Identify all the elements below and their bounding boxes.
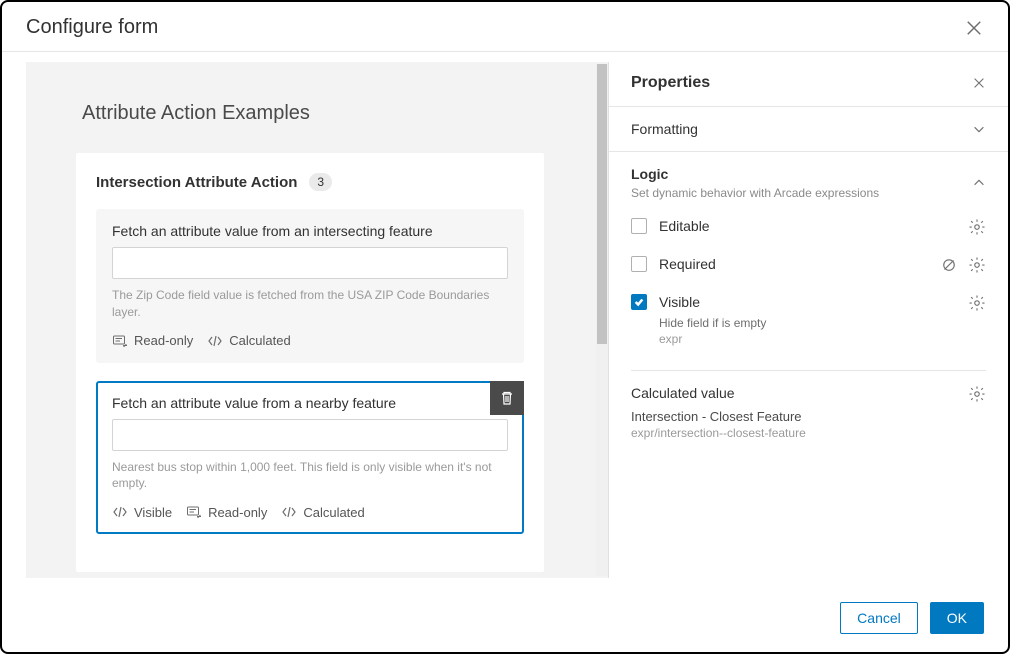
readonly-badge: Read-only bbox=[112, 333, 193, 349]
visible-label: Visible bbox=[659, 294, 766, 310]
editable-checkbox[interactable] bbox=[631, 218, 647, 234]
field-label: Fetch an attribute value from a nearby f… bbox=[112, 395, 508, 411]
calculated-badge: Calculated bbox=[207, 333, 290, 349]
close-icon bbox=[972, 76, 986, 90]
field-input[interactable] bbox=[112, 247, 508, 279]
delete-field-button[interactable] bbox=[490, 381, 524, 415]
required-checkbox[interactable] bbox=[631, 256, 647, 272]
code-icon bbox=[281, 504, 297, 520]
form-canvas[interactable]: Attribute Action Examples Intersection A… bbox=[26, 62, 594, 578]
null-icon[interactable] bbox=[940, 256, 958, 274]
badge-label: Read-only bbox=[134, 333, 193, 348]
logic-label: Logic bbox=[631, 166, 879, 182]
gear-icon[interactable] bbox=[968, 218, 986, 236]
logic-body: Editable Required bbox=[609, 202, 1008, 360]
gear-icon[interactable] bbox=[968, 294, 986, 312]
field-badges: Visible Read-only Calculated bbox=[112, 504, 508, 520]
visible-expression-id: expr bbox=[659, 332, 766, 346]
field-help: Nearest bus stop within 1,000 feet. This… bbox=[112, 459, 508, 493]
calculated-expression-name: Intersection - Closest Feature bbox=[631, 409, 806, 424]
required-label: Required bbox=[659, 256, 716, 272]
chevron-up-icon bbox=[972, 176, 986, 190]
formatting-label: Formatting bbox=[631, 121, 698, 137]
check-icon bbox=[634, 297, 644, 307]
section-header: Intersection Attribute Action 3 bbox=[96, 173, 524, 191]
properties-header: Properties bbox=[609, 62, 1008, 107]
gear-icon[interactable] bbox=[968, 256, 986, 274]
canvas-scrollbar[interactable] bbox=[596, 64, 608, 576]
form-field-selected[interactable]: Fetch an attribute value from a nearby f… bbox=[96, 381, 524, 535]
code-icon bbox=[207, 333, 223, 349]
trash-icon bbox=[499, 390, 515, 406]
configure-form-dialog: Configure form Attribute Action Examples… bbox=[0, 0, 1010, 654]
visible-expression-name: Hide field if is empty bbox=[659, 316, 766, 330]
calculated-expression-id: expr/intersection--closest-feature bbox=[631, 426, 806, 440]
visible-badge: Visible bbox=[112, 504, 172, 520]
close-button[interactable] bbox=[964, 18, 984, 38]
form-canvas-wrap: Attribute Action Examples Intersection A… bbox=[26, 62, 608, 578]
field-help: The Zip Code field value is fetched from… bbox=[112, 287, 508, 321]
section-title: Intersection Attribute Action bbox=[96, 174, 297, 191]
logic-subtitle: Set dynamic behavior with Arcade express… bbox=[631, 186, 879, 200]
visible-checkbox[interactable] bbox=[631, 294, 647, 310]
close-icon bbox=[964, 18, 984, 38]
field-input[interactable] bbox=[112, 419, 508, 451]
ok-button[interactable]: OK bbox=[930, 602, 984, 634]
form-canvas-area: Attribute Action Examples Intersection A… bbox=[2, 52, 608, 588]
badge-label: Calculated bbox=[229, 333, 290, 348]
readonly-badge: Read-only bbox=[186, 504, 267, 520]
badge-label: Visible bbox=[134, 505, 172, 520]
properties-close-button[interactable] bbox=[972, 76, 986, 90]
dialog-header: Configure form bbox=[2, 2, 1008, 52]
logic-section-header[interactable]: Logic Set dynamic behavior with Arcade e… bbox=[609, 152, 1008, 202]
dialog-footer: Cancel OK bbox=[2, 588, 1008, 652]
logic-visible-row: Visible Hide field if is empty expr bbox=[631, 284, 986, 356]
dialog-body: Attribute Action Examples Intersection A… bbox=[2, 52, 1008, 588]
calculated-badge: Calculated bbox=[281, 504, 364, 520]
editable-label: Editable bbox=[659, 218, 710, 234]
section-count-badge: 3 bbox=[309, 173, 332, 191]
badge-label: Read-only bbox=[208, 505, 267, 520]
form-section-card: Intersection Attribute Action 3 Fetch an… bbox=[76, 153, 544, 572]
gear-icon[interactable] bbox=[968, 385, 986, 403]
dialog-title: Configure form bbox=[26, 16, 158, 39]
field-badges: Read-only Calculated bbox=[112, 333, 508, 349]
badge-label: Calculated bbox=[303, 505, 364, 520]
logic-required-row: Required bbox=[631, 246, 986, 284]
calculated-value-label: Calculated value bbox=[631, 385, 806, 401]
code-icon bbox=[112, 504, 128, 520]
properties-panel: Properties Formatting Logic Set dynamic … bbox=[608, 62, 1008, 578]
form-title: Attribute Action Examples bbox=[82, 102, 544, 125]
cancel-button[interactable]: Cancel bbox=[840, 602, 918, 634]
readonly-icon bbox=[112, 333, 128, 349]
form-field[interactable]: Fetch an attribute value from an interse… bbox=[96, 209, 524, 363]
field-label: Fetch an attribute value from an interse… bbox=[112, 223, 508, 239]
formatting-section[interactable]: Formatting bbox=[609, 107, 1008, 152]
calculated-value-row: Calculated value Intersection - Closest … bbox=[631, 370, 986, 458]
scrollbar-thumb[interactable] bbox=[597, 64, 607, 344]
properties-title: Properties bbox=[631, 74, 710, 92]
chevron-down-icon bbox=[972, 122, 986, 136]
logic-editable-row: Editable bbox=[631, 208, 986, 246]
readonly-icon bbox=[186, 504, 202, 520]
